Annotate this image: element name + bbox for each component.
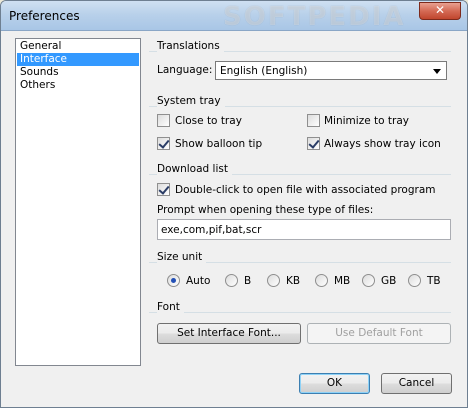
size-unit-mb-label[interactable]: MB [334,275,350,287]
size-unit-b-label[interactable]: B [244,275,251,287]
set-interface-font-button[interactable]: Set Interface Font... [157,323,301,344]
category-item-general[interactable]: General [17,40,139,53]
category-list[interactable]: General Interface Sounds Others [15,38,141,366]
watermark-logo: SOFTPEDIA [223,2,406,32]
dialog-body: General Interface Sounds Others Translat… [7,31,461,403]
size-unit-auto-radio[interactable] [167,274,180,287]
prompt-file-types-value: exe,com,pif,bat,scr [161,224,262,236]
size-unit-kb-label[interactable]: KB [286,275,300,287]
font-group: Font Set Interface Font... Use Default F… [149,301,451,347]
size-unit-tb-radio[interactable] [408,274,421,287]
always-show-tray-icon-checkbox[interactable] [307,137,320,150]
double-click-open-checkbox[interactable] [157,183,170,196]
system-tray-title: System tray [157,95,225,107]
use-default-font-button[interactable]: Use Default Font [307,323,451,344]
translations-group: Translations Language: English (English) [149,40,451,86]
show-balloon-tip-checkbox[interactable] [157,137,170,150]
translations-title: Translations [157,40,224,52]
always-show-tray-icon-label[interactable]: Always show tray icon [324,138,441,150]
double-click-open-label[interactable]: Double-click to open file with associate… [175,184,435,196]
category-item-interface[interactable]: Interface [17,53,139,66]
group-divider [149,312,451,313]
size-unit-auto-label[interactable]: Auto [186,275,210,287]
window-title: Preferences [9,9,80,23]
size-unit-b-radio[interactable] [225,274,238,287]
language-value: English (English) [220,65,308,77]
show-balloon-tip-label[interactable]: Show balloon tip [175,138,262,150]
system-tray-group: System tray Close to tray Minimize to tr… [149,95,451,155]
font-title: Font [157,301,184,313]
size-unit-gb-radio[interactable] [362,274,375,287]
size-unit-gb-label[interactable]: GB [381,275,396,287]
minimize-to-tray-checkbox[interactable] [307,114,320,127]
download-list-title: Download list [157,163,232,175]
category-item-others[interactable]: Others [17,79,139,92]
chevron-down-icon [433,69,441,74]
close-icon: ✕ [434,3,446,17]
language-label: Language: [157,64,213,76]
language-select[interactable]: English (English) [215,61,447,80]
title-bar[interactable]: Preferences SOFTPEDIA ✕ [1,1,467,32]
preferences-window: Preferences SOFTPEDIA ✕ General Interfac… [0,0,468,408]
cancel-button[interactable]: Cancel [381,373,452,394]
size-unit-mb-radio[interactable] [315,274,328,287]
size-unit-title: Size unit [157,251,207,263]
prompt-file-types-label: Prompt when opening these type of files: [157,204,374,216]
prompt-file-types-input[interactable]: exe,com,pif,bat,scr [157,219,451,240]
close-to-tray-label[interactable]: Close to tray [175,115,242,127]
category-item-sounds[interactable]: Sounds [17,66,139,79]
ok-button[interactable]: OK [299,373,370,394]
minimize-to-tray-label[interactable]: Minimize to tray [324,115,409,127]
size-unit-group: Size unit Auto B KB MB GB TB [149,251,451,295]
close-button[interactable]: ✕ [419,2,461,20]
size-unit-kb-radio[interactable] [267,274,280,287]
size-unit-tb-label[interactable]: TB [427,275,441,287]
close-to-tray-checkbox[interactable] [157,114,170,127]
